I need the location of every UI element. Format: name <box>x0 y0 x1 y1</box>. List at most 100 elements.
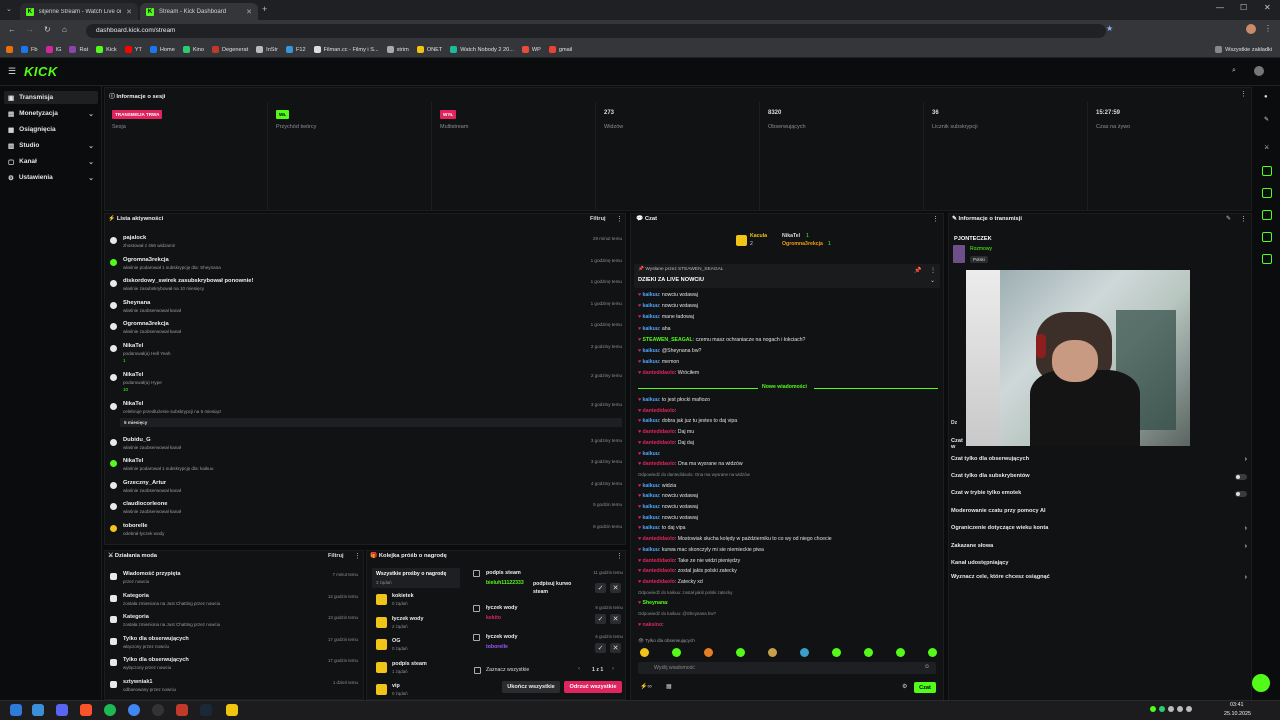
request-user[interactable]: bieluh11122333 <box>486 580 524 586</box>
chat-message[interactable]: ♥ STEAWEN_SEAGAL: czemu masz ochraniacze… <box>638 337 805 343</box>
bookmark-item[interactable]: Kick <box>96 46 117 53</box>
activity-item[interactable]: toborelle odebrał łyczek wody 8 godzin tem… <box>108 522 622 542</box>
chat-message[interactable]: ♥ dantedidaolo: Take ze nie widzi pienię… <box>638 558 740 564</box>
bookmark-item[interactable]: Filman.cc - Filmy i S... <box>313 46 379 53</box>
request-user[interactable]: toborelle <box>486 644 508 650</box>
prev-page-icon[interactable]: ‹ <box>578 666 580 672</box>
chat-message[interactable]: ♥ kaikuu: @Sheynana bw? <box>638 348 701 354</box>
chat-message[interactable]: ♥ dantedidaolo: Daj mu <box>638 429 694 435</box>
setting-toggle[interactable] <box>1235 491 1247 497</box>
chat-message[interactable]: Odpowiedź do kaikuu: @Sheynana bw? <box>638 611 716 616</box>
chat-setting-row[interactable]: Kanał udostępniający <box>951 560 1247 572</box>
chat-setting-row[interactable]: Czat w <box>951 438 965 450</box>
bookmark-item[interactable]: Rat <box>69 46 88 53</box>
reward-request[interactable]: podpis steam 11 godzin temu bieluh11122333… <box>473 570 623 598</box>
chat-message[interactable]: ♥ kaikuu: mane ładowaj <box>638 314 694 320</box>
emote-icon[interactable] <box>672 648 681 657</box>
chat-username[interactable]: dantedidaolo <box>643 408 675 414</box>
back-icon[interactable]: ← <box>8 25 16 34</box>
mod-action-item[interactable]: Tylko dla obserwujących włączony przez no… <box>108 635 362 656</box>
chat-setting-row[interactable]: Wyznacz cele, które chcesz osiągnąć › <box>951 574 1247 586</box>
close-tab-icon[interactable]: ✕ <box>246 8 252 16</box>
chat-message[interactable]: ♥ dantedidaolo: zostal jakis polski zate… <box>638 568 737 574</box>
pinned-message[interactable]: 📌 Wysłane przez STEAWEN_SEAGAL DZIEKI ZA… <box>634 264 940 288</box>
more-options-icon[interactable]: ⋮ <box>1240 90 1247 98</box>
calendar-icon[interactable]: ▦ <box>666 683 672 690</box>
approve-button[interactable]: ✓ <box>595 643 606 653</box>
new-tab-button[interactable]: + <box>262 4 267 14</box>
sidebar-item-osiagniecia[interactable]: ▦ Osiągnięcia <box>4 123 98 136</box>
chat-setting-row[interactable]: Czat tylko dla subskrybentów <box>951 473 1247 485</box>
more-options-icon[interactable]: ⋮ <box>930 267 936 274</box>
edit-icon[interactable]: ✎ <box>1226 215 1231 222</box>
chat-username[interactable]: kaikuu <box>643 515 659 521</box>
chat-username[interactable]: kaikuu <box>643 483 659 489</box>
activity-filter-button[interactable]: Filtruj <box>590 216 606 222</box>
forward-icon[interactable]: → <box>26 25 34 34</box>
chat-username[interactable]: kaikuu <box>643 359 659 365</box>
chat-username[interactable]: kaikuu <box>643 397 659 403</box>
chat-message[interactable]: ♥ kaikuu: nowciu wstawaj <box>638 504 698 510</box>
close-window-icon[interactable]: ✕ <box>1264 3 1271 12</box>
select-all-checkbox[interactable] <box>474 667 481 674</box>
minimize-icon[interactable]: — <box>1216 3 1224 12</box>
activity-item[interactable]: Ogromna3rekcja właśnie zaobserwował kanał… <box>108 320 622 340</box>
reward-type-item[interactable]: kokietek 0 żądań <box>374 592 460 612</box>
chat-message[interactable]: ♥ kaikuu: nowciu wstawaj <box>638 515 698 521</box>
chat-message[interactable]: ♥ kaikuu: nowciu wstawaj <box>638 303 698 309</box>
activity-item[interactable]: Dubidu_G właśnie zaobserwował kanał 3 godz… <box>108 436 622 456</box>
app-icon[interactable] <box>176 704 188 716</box>
reward-request[interactable]: łyczek wody 8 godzin temu kekito ✓ ✕ <box>473 605 623 633</box>
chat-message[interactable]: ♥ kaikuu: aha <box>638 326 671 332</box>
rail-arrows-icon[interactable] <box>1262 232 1272 242</box>
more-options-icon[interactable]: ⋮ <box>354 552 361 560</box>
reward-type-item[interactable]: vip 0 żądań <box>374 682 460 702</box>
bookmark-star-icon[interactable]: ★ <box>1106 24 1113 33</box>
tray-icons[interactable] <box>1150 706 1206 714</box>
chat-input[interactable]: Wyślij wiadomość ☺ <box>638 662 936 674</box>
bookmark-item[interactable]: gmail <box>548 46 572 53</box>
chat-username[interactable]: Sheynana <box>643 600 668 606</box>
chat-username[interactable]: kaikuu <box>643 303 659 309</box>
tab-search-button[interactable]: ⌄ <box>6 5 12 13</box>
url-input[interactable]: dashboard.kick.com/stream <box>86 24 1106 38</box>
chat-username[interactable]: dantedidaolo <box>643 558 675 564</box>
chat-message[interactable]: ♥ dantedidaolo: Mostowiak słucha kolędy … <box>638 536 832 542</box>
start-menu-icon[interactable] <box>10 704 22 716</box>
sidebar-item-studio[interactable]: ▥ Studio ⌄ <box>4 139 98 152</box>
unpin-icon[interactable]: 📌 <box>914 267 921 274</box>
activity-item[interactable]: NikaTel celebruje przedłużenie subskrypcj… <box>108 400 622 427</box>
bookmark-item[interactable]: IG <box>45 46 61 53</box>
mod-action-item[interactable]: Kategoria została zmieniona na Just Chatt… <box>108 592 362 613</box>
chat-message[interactable]: ♥ kaikuu: to jest płocki mafiozo <box>638 397 710 403</box>
request-user[interactable]: kekito <box>486 615 501 621</box>
chrome-icon[interactable] <box>128 704 140 716</box>
chat-username[interactable]: dantedidaolo <box>643 440 675 446</box>
emote-icon[interactable] <box>640 648 649 657</box>
rail-edit-icon[interactable]: ✎ <box>1264 116 1269 123</box>
chat-username[interactable]: dantedidaolo <box>643 536 675 542</box>
activity-item[interactable]: Sheynana właśnie zaobserwował kanał 1 godz… <box>108 299 622 319</box>
reward-request[interactable]: łyczek wody 6 godzin temu toborelle ✓ ✕ <box>473 634 623 662</box>
chat-username[interactable]: kaikuu <box>643 348 659 354</box>
chat-message[interactable]: Odpowiedź do dantedidaolo: Ona ma wysran… <box>638 472 750 477</box>
chat-username[interactable]: dantedidaolo <box>643 579 675 585</box>
reject-button[interactable]: ✕ <box>610 614 621 624</box>
activity-item[interactable]: claudiocorleone właśnie zaobserwował kana… <box>108 500 622 520</box>
mod-action-item[interactable]: sztywniak1 odbanowany przez nowciu 1 dzień… <box>108 678 362 699</box>
emote-icon[interactable] <box>864 648 873 657</box>
sidebar-item-kanal[interactable]: ▢ Kanał ⌄ <box>4 155 98 168</box>
activity-item[interactable]: Ogromna3rekcja właśnie podarował 1 subskr… <box>108 256 622 276</box>
discord-icon[interactable] <box>56 704 68 716</box>
chat-message[interactable]: ♥ naksino: <box>638 622 664 628</box>
request-checkbox[interactable] <box>473 605 480 612</box>
chat-tools-icon[interactable]: ⚡∞ <box>640 683 652 690</box>
reject-button[interactable]: ✕ <box>610 583 621 593</box>
chat-username[interactable]: kaikuu <box>643 504 659 510</box>
chat-username[interactable]: dantedidaolo <box>643 429 675 435</box>
menu-dots-icon[interactable]: ⋮ <box>1264 24 1272 33</box>
home-icon[interactable]: ⌂ <box>62 25 67 34</box>
chat-message[interactable]: ♥ kaikuu: memon <box>638 359 679 365</box>
chat-setting-row[interactable]: Zakazane słowa › <box>951 543 1247 555</box>
chat-message[interactable]: ♥ dantedidaolo: Wróciłem <box>638 370 699 376</box>
